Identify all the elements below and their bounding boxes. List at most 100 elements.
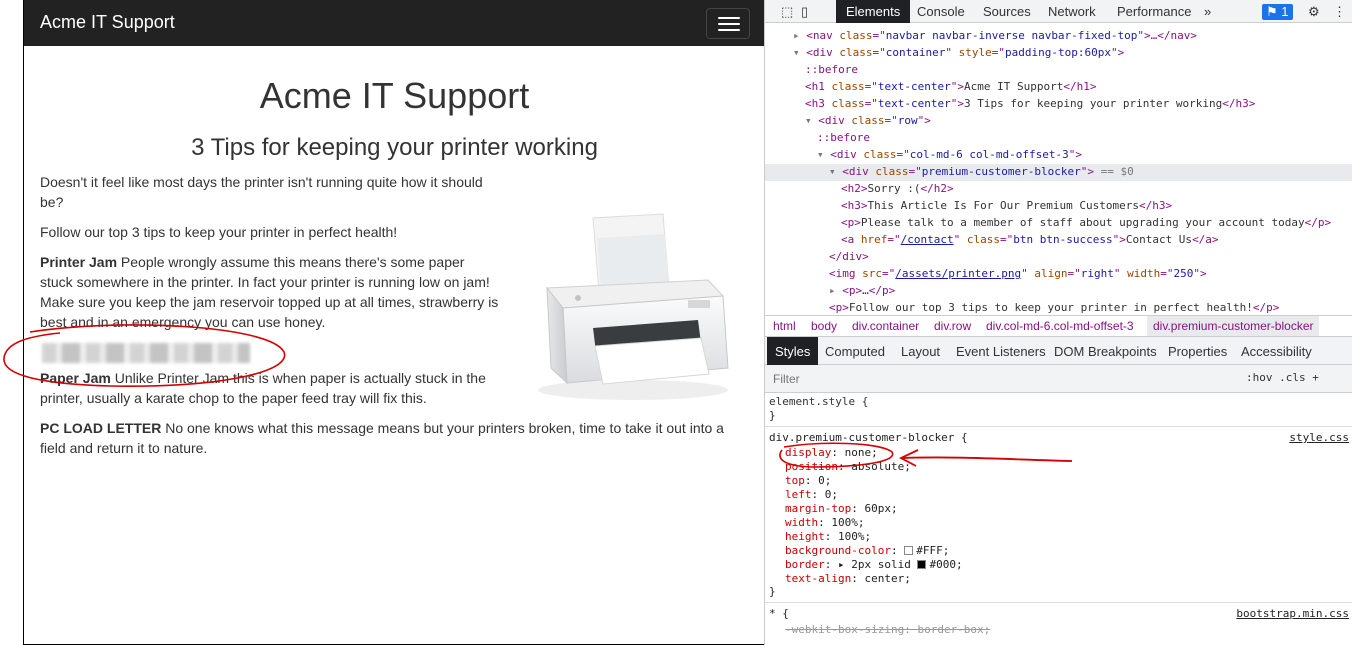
attr-value: premium-customer-blocker [921, 165, 1081, 178]
browser-viewport: Acme IT Support Acme IT Support 3 Tips f… [23, 0, 764, 645]
tag-name: <div [842, 165, 869, 178]
css-property-width[interactable]: width: 100%; [785, 516, 865, 530]
devtools-tabbar: ⬚ ▯ Elements Console Sources Network Per… [765, 0, 1352, 23]
dom-node-line[interactable]: ▸ <p>…</p> [829, 282, 895, 299]
expand-arrow-icon: ▸ [829, 284, 843, 297]
color-swatch[interactable] [904, 546, 914, 555]
breadcrumb-item[interactable]: div.col-md-6.col-md-offset-3 [986, 319, 1134, 333]
tag-name: <nav [806, 29, 833, 42]
css-property-position[interactable]: position: absolute; [785, 460, 911, 474]
color-swatch[interactable] [917, 560, 927, 569]
tag-name: <h3 [805, 97, 825, 110]
tab-console[interactable]: Console [917, 4, 965, 19]
navbar-brand[interactable]: Acme IT Support [40, 12, 175, 33]
attr-value: /assets/printer.png [895, 267, 1022, 280]
attr-value: /contact [900, 233, 954, 246]
tab-styles[interactable]: Styles [767, 337, 819, 365]
breadcrumb-item-active[interactable]: div.premium-customer-blocker [1147, 316, 1320, 336]
tag-name: <img [829, 267, 856, 280]
close-tag: </p> [868, 284, 896, 297]
dom-node-line[interactable]: <h3 class="text-center">3 Tips for keepi… [805, 95, 1255, 112]
navbar: Acme IT Support [24, 0, 764, 46]
tab-properties[interactable]: Properties [1168, 344, 1227, 359]
dom-node-line[interactable]: ▸ <nav class="navbar navbar-inverse navb… [793, 27, 1197, 44]
close-tag: </h3> [1222, 97, 1256, 110]
breadcrumb-item[interactable]: html [773, 319, 796, 333]
dom-node-line[interactable]: <p>Please talk to a member of staff abou… [841, 214, 1331, 231]
tab-accessibility[interactable]: Accessibility [1241, 344, 1312, 359]
gear-icon[interactable]: ⚙ [1308, 4, 1320, 20]
dom-node-line[interactable]: <img src="/assets/printer.png" align="ri… [829, 265, 1207, 282]
attr-name: align [1027, 267, 1068, 280]
attr-value: 250 [1173, 267, 1194, 280]
css-property-height[interactable]: height: 100%; [785, 530, 871, 544]
device-toolbar-icon[interactable]: ▯ [801, 4, 808, 20]
css-property-background-color[interactable]: background-color: #FFF; [785, 544, 949, 558]
tab-elements[interactable]: Elements [836, 0, 911, 23]
selected-marker: == $0 [1093, 165, 1134, 178]
tag-name: <h2 [841, 182, 861, 195]
close-tag: </div> [829, 250, 869, 263]
css-property-left[interactable]: left: 0; [785, 488, 838, 502]
node-text: Please talk to a member of staff about u… [860, 216, 1305, 229]
tag-name: <a [841, 233, 855, 246]
more-options-icon[interactable]: ⋮ [1333, 4, 1346, 20]
tab-event-listeners[interactable]: Event Listeners [956, 344, 1046, 359]
css-property-margin-top[interactable]: margin-top: 60px; [785, 502, 898, 516]
tab-dom-breakpoints[interactable]: DOM Breakpoints [1054, 344, 1157, 359]
dom-node-line[interactable]: <p>Follow our top 3 tips to keep your pr… [829, 299, 1279, 315]
bootstrap-source-link[interactable]: bootstrap.min.css [1236, 607, 1349, 621]
pseudo-element: ::before [817, 131, 870, 144]
tab-performance[interactable]: Performance [1117, 4, 1191, 19]
issues-badge[interactable]: ⚑ 1 [1262, 4, 1293, 20]
dom-node-line[interactable]: <a href="/contact" class="btn btn-succes… [841, 231, 1219, 248]
tab-layout[interactable]: Layout [901, 344, 940, 359]
css-property-border[interactable]: border: ▸ 2px solid #000; [785, 558, 963, 572]
filter-input[interactable] [773, 372, 1073, 386]
tag-name: <p [829, 301, 843, 314]
breadcrumb-item[interactable]: div.row [934, 319, 971, 333]
attr-value: navbar navbar-inverse navbar-fixed-top [885, 29, 1138, 42]
dom-node-line[interactable]: <h1 class="text-center">Acme IT Support<… [805, 78, 1096, 95]
css-property-top[interactable]: top: 0; [785, 474, 831, 488]
close-tag: </h2> [920, 182, 954, 195]
attr-name: class [856, 148, 897, 161]
attr-name: class [832, 29, 873, 42]
node-text: Contact Us [1125, 233, 1193, 246]
tag-name: <h1 [805, 80, 825, 93]
breadcrumb-item[interactable]: body [811, 319, 837, 333]
styles-pane: element.style { } div.premium-customer-b… [765, 393, 1352, 645]
dom-node-line[interactable]: ::before [817, 129, 870, 146]
dom-node-line[interactable]: <h2>Sorry :(</h2> [841, 180, 954, 197]
struck-property[interactable]: -webkit-box-sizing: border-box; [785, 623, 990, 637]
css-property-display[interactable]: display: none; [785, 446, 878, 460]
tab-network[interactable]: Network [1048, 4, 1096, 19]
tab-sources[interactable]: Sources [983, 4, 1031, 19]
attr-name: style [951, 46, 992, 59]
devtools-panel: ⬚ ▯ Elements Console Sources Network Per… [764, 0, 1352, 645]
tip-title: PC LOAD LETTER [40, 420, 162, 436]
navbar-toggle-button[interactable] [706, 8, 750, 39]
breadcrumb: html body div.container div.row div.col-… [765, 315, 1352, 337]
element-style-selector: element.style { [769, 395, 869, 408]
tip-paper-jam: Paper Jam Unlike Printer Jam this is whe… [40, 368, 500, 408]
inspect-element-icon[interactable]: ⬚ [781, 4, 793, 20]
breadcrumb-item[interactable]: div.container [852, 319, 919, 333]
dom-node-line[interactable]: ▾ <div class="container" style="padding-… [793, 44, 1124, 61]
filter-tools[interactable]: :hov .cls + [1246, 371, 1319, 384]
dom-node-line[interactable]: ::before [805, 61, 858, 78]
dom-node-line[interactable]: <h3>This Article Is For Our Premium Cust… [841, 197, 1172, 214]
tip-pc-load-letter: PC LOAD LETTER No one knows what this me… [40, 418, 740, 458]
dom-node-line[interactable]: ▾ <div class="row"> [805, 112, 931, 129]
attr-name: class [832, 46, 873, 59]
rule-selector: div.premium-customer-blocker { [769, 431, 968, 444]
dom-node-line[interactable]: ▾ <div class="premium-customer-blocker">… [829, 163, 1134, 180]
page-title: Acme IT Support [259, 75, 530, 116]
attr-name: href [854, 233, 888, 246]
dom-node-line[interactable]: ▾ <div class="col-md-6 col-md-offset-3"> [817, 146, 1082, 163]
more-tabs-icon[interactable]: » [1204, 4, 1211, 19]
tab-computed[interactable]: Computed [825, 344, 885, 359]
rule-source-link[interactable]: style.css [1289, 431, 1349, 445]
dom-node-line[interactable]: </div> [829, 248, 869, 265]
css-property-text-align[interactable]: text-align: center; [785, 572, 911, 586]
